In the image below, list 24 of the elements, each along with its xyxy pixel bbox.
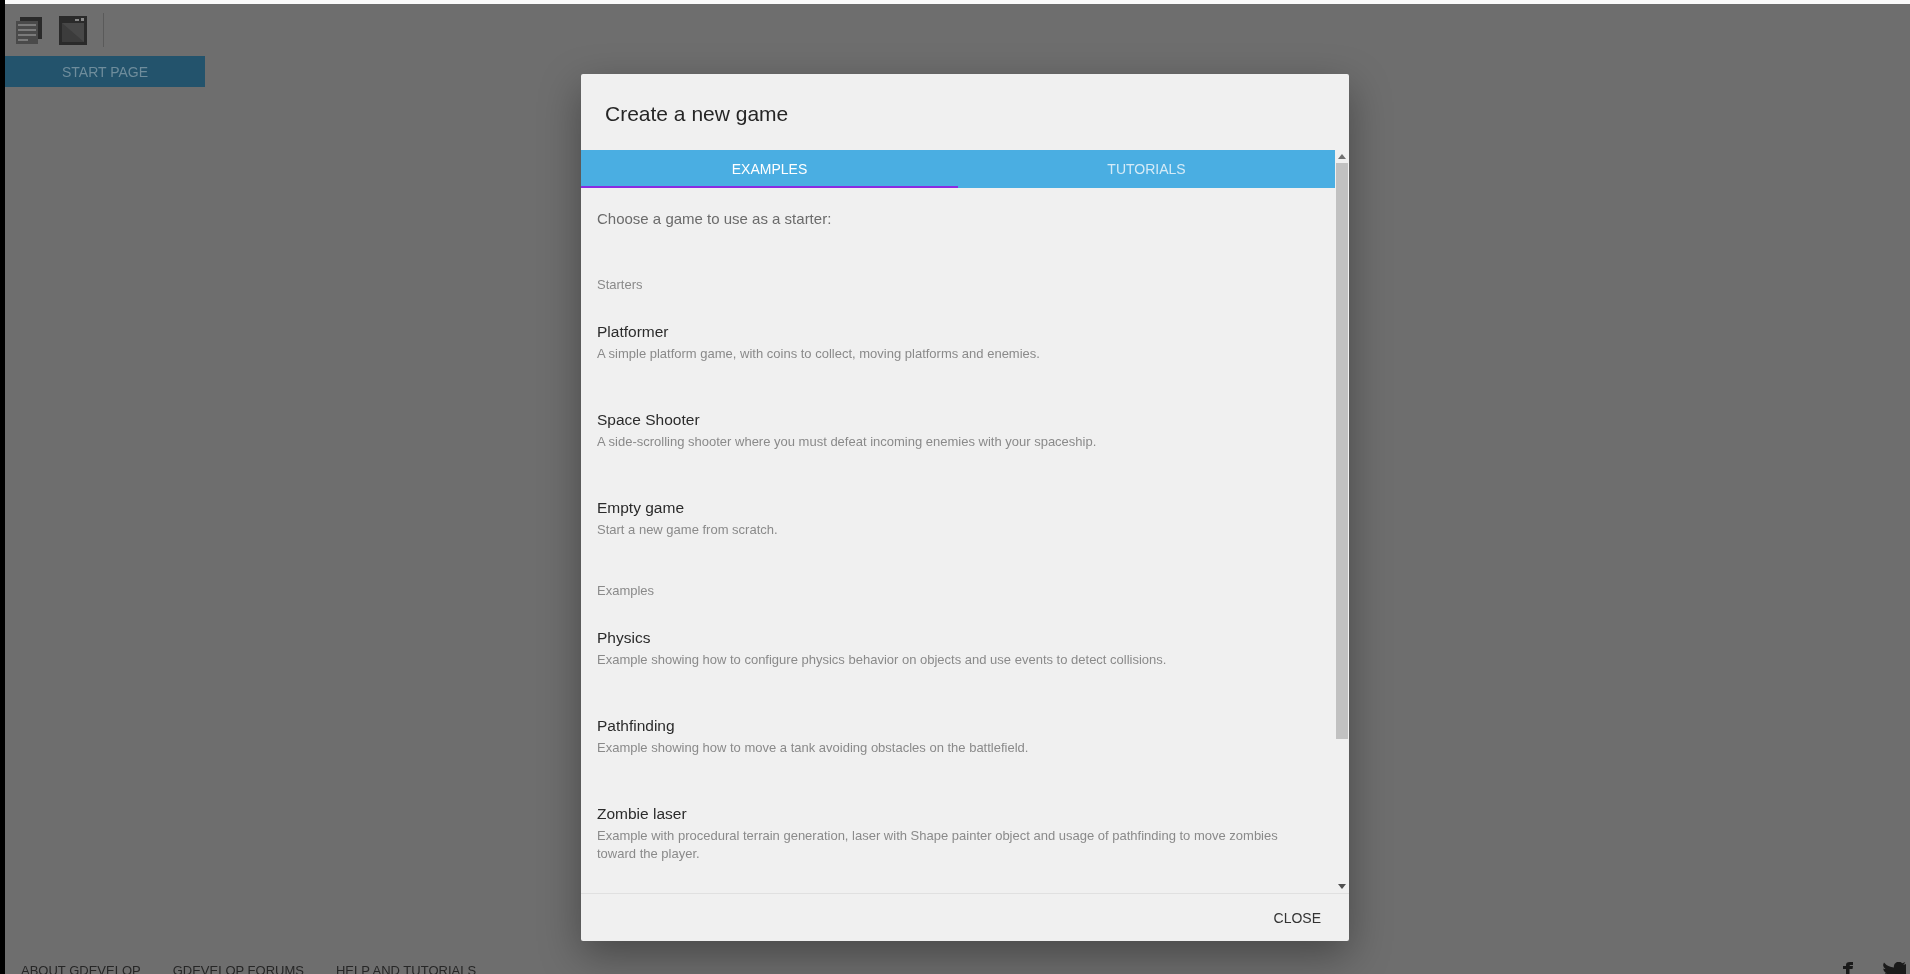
game-description: Example showing how to configure physics behavior on objects and use events to detect collisions. [597,651,1168,669]
game-description: Example with procedural terrain generation, laser with Shape painter object and usage of pathfinding to move zombies toward the player. [597,827,1279,863]
game-title[interactable]: Pathfinding [597,717,1319,735]
scroll-up-icon[interactable] [1338,154,1346,159]
game-description: A simple platform game, with coins to collect, moving platforms and enemies. [597,345,1041,363]
scrollbar-thumb[interactable] [1336,163,1348,739]
twitter-icon[interactable] [1882,962,1906,974]
game-title[interactable]: Platformer [597,323,1319,341]
facebook-icon[interactable] [1842,962,1854,974]
section-header: Starters [597,277,644,292]
section-header: Examples [597,583,656,598]
game-title[interactable]: Space Shooter [597,411,1319,429]
close-button[interactable]: CLOSE [1261,901,1333,934]
intro-text: Choose a game to use as a starter: [597,210,833,227]
game-title[interactable]: Empty game [597,499,1319,517]
game-description: Example showing how to move a tank avoiding obstacles on the battlefield. [597,739,1030,757]
game-title[interactable]: Zombie laser [597,805,1319,823]
game-description: A side-scrolling shooter where you must defeat incoming enemies with your spaceship. [597,433,1098,451]
game-description: Start a new game from scratch. [597,521,779,539]
dialog-title: Create a new game [604,101,790,127]
window-icon[interactable] [59,15,87,45]
game-title[interactable]: Physics [597,629,1319,647]
scroll-down-icon[interactable] [1338,884,1346,889]
documents-icon[interactable] [15,15,43,45]
